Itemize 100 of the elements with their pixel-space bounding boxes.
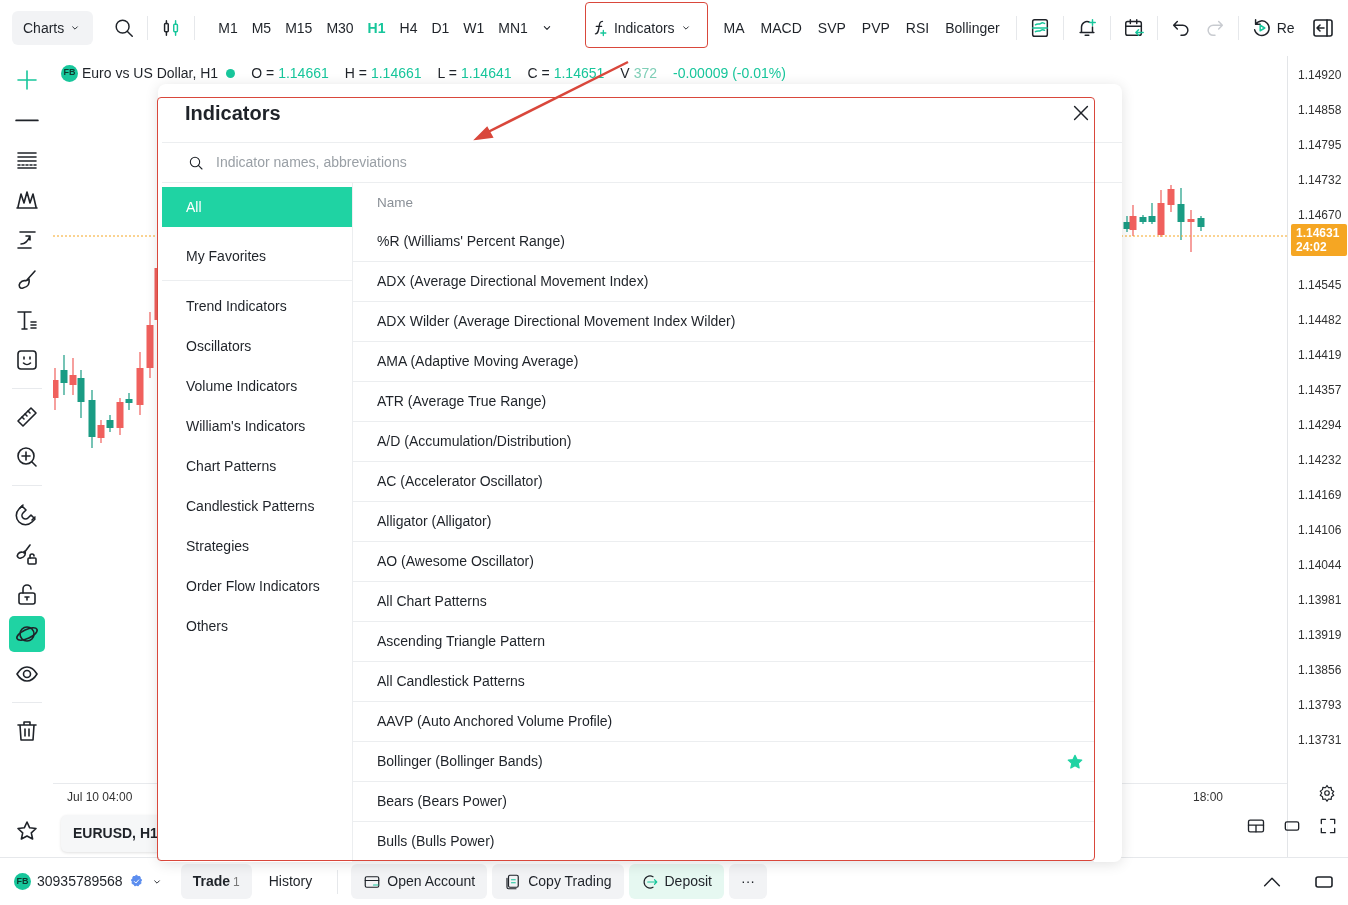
indicator-item[interactable]: ADX (Average Directional Movement Index) xyxy=(353,262,1094,302)
indicator-item[interactable]: Bollinger (Bollinger Bands) xyxy=(353,742,1094,782)
ohlc-value: 1.14651 xyxy=(553,63,605,83)
indicator-item[interactable]: ADX Wilder (Average Directional Movement Index Wilder) xyxy=(353,302,1094,342)
price-label: 1.13981 xyxy=(1298,593,1342,607)
category-item[interactable]: Chart Patterns xyxy=(162,446,352,486)
column-header: Name xyxy=(376,194,414,212)
bottom-tab[interactable]: History xyxy=(256,864,325,899)
bottom-tab[interactable]: Trade 1 xyxy=(180,864,252,899)
candle xyxy=(1167,184,1175,213)
account-selector[interactable]: FB 30935789568 xyxy=(14,864,176,899)
symbol-title: Euro vs US Dollar, H1 xyxy=(82,63,219,83)
price-label: 1.14232 xyxy=(1298,453,1342,467)
price-label: 1.14795 xyxy=(1298,138,1342,152)
indicator-shortcut[interactable]: RSI xyxy=(897,14,938,42)
category-item[interactable]: Trend Indicators xyxy=(162,286,352,326)
price-label: 1.14482 xyxy=(1298,313,1342,327)
timeframe-tab[interactable]: M1 xyxy=(211,14,245,42)
open-account-button[interactable]: Open Account xyxy=(351,864,488,899)
deposit-icon xyxy=(640,872,659,891)
price-label: 1.14419 xyxy=(1298,348,1342,362)
category-item[interactable]: My Favorites xyxy=(162,236,352,276)
timeframe-tab[interactable]: W1 xyxy=(456,14,492,42)
fullscreen-icon xyxy=(1318,816,1338,836)
timeframe-tab[interactable]: M5 xyxy=(244,14,279,42)
indicator-shortcut[interactable]: Bollinger xyxy=(937,14,1008,42)
price-label: 1.14294 xyxy=(1298,418,1342,432)
indicator-item[interactable]: A/D (Accumulation/Distribution) xyxy=(353,422,1094,462)
indicator-shortcut[interactable]: MA xyxy=(715,14,753,42)
category-item[interactable]: Others xyxy=(162,606,352,646)
timeframe-tab[interactable]: H4 xyxy=(392,14,425,42)
calendar-icon xyxy=(1122,17,1145,39)
dialog-title: Indicators xyxy=(185,101,281,126)
text-icon xyxy=(14,308,39,332)
time-label: 18:00 xyxy=(1192,788,1223,806)
ruler-icon xyxy=(14,405,39,429)
broker-badge: FB xyxy=(14,873,31,890)
ohlc-label: L = xyxy=(437,63,457,83)
copy-trading-button[interactable]: Copy Trading xyxy=(492,864,624,899)
time-label: Jul 10 04:00 xyxy=(67,788,133,806)
search-icon xyxy=(113,17,136,39)
candle xyxy=(1197,215,1205,232)
ohlc-label: C = xyxy=(527,63,550,83)
indicator-shortcut[interactable]: PVP xyxy=(853,14,898,42)
price-label: 1.14106 xyxy=(1298,523,1342,537)
timeframe-tab[interactable]: M30 xyxy=(319,14,361,42)
ohlc-value: 1.14641 xyxy=(460,63,512,83)
indicator-item[interactable]: AMA (Adaptive Moving Average) xyxy=(353,342,1094,382)
volume-value: 372 xyxy=(633,63,657,83)
timeframe-tab[interactable]: M15 xyxy=(278,14,320,42)
replay-button[interactable]: Re xyxy=(1246,13,1299,43)
indicator-item[interactable]: All Chart Patterns xyxy=(353,582,1094,622)
indicator-item[interactable]: AAVP (Auto Anchored Volume Profile) xyxy=(353,702,1094,742)
indicator-item[interactable]: Bulls (Bulls Power) xyxy=(353,822,1094,862)
category-item[interactable]: William's Indicators xyxy=(162,406,352,446)
price-label: 1.14732 xyxy=(1298,173,1342,187)
indicator-shortcut[interactable]: SVP xyxy=(809,14,854,42)
charts-menu-button[interactable]: Charts xyxy=(12,11,94,45)
ohlc-value: 1.14661 xyxy=(370,63,422,83)
timeframe-tab[interactable]: MN1 xyxy=(491,14,535,42)
category-item[interactable]: Strategies xyxy=(162,526,352,566)
indicator-item[interactable]: %R (Williams' Percent Range) xyxy=(353,222,1094,262)
candle xyxy=(1187,209,1195,253)
price-label: 1.13731 xyxy=(1298,733,1342,747)
zoom-in-icon xyxy=(14,445,39,469)
price-label: 1.14357 xyxy=(1298,383,1342,397)
category-item[interactable]: Oscillators xyxy=(162,326,352,366)
smiley-icon xyxy=(14,348,39,372)
indicator-item[interactable]: Alligator (Alligator) xyxy=(353,502,1094,542)
price-label: 1.14169 xyxy=(1298,488,1342,502)
search-icon xyxy=(188,154,204,171)
price-label: 1.14044 xyxy=(1298,558,1342,572)
indicator-item[interactable]: Bears (Bears Power) xyxy=(353,782,1094,822)
indicators-button[interactable]: Indicators xyxy=(582,14,700,42)
price-label: 1.14858 xyxy=(1298,103,1342,117)
plus-icon xyxy=(14,68,39,92)
arrow-line-icon xyxy=(14,228,39,252)
indicator-item[interactable]: All Candlestick Patterns xyxy=(353,662,1094,702)
more-button[interactable]: ··· xyxy=(728,864,767,899)
indicator-shortcut[interactable]: MACD xyxy=(752,14,810,42)
price-label: 1.13856 xyxy=(1298,663,1342,677)
deposit-button[interactable]: Deposit xyxy=(628,864,724,899)
price-label: 1.13919 xyxy=(1298,628,1342,642)
timeframe-tab[interactable]: D1 xyxy=(424,14,457,42)
broker-badge: FB xyxy=(61,64,78,82)
drawing-tool-button[interactable] xyxy=(8,616,45,652)
indicator-item[interactable]: Ascending Triangle Pattern xyxy=(353,622,1094,662)
magnet-icon xyxy=(14,502,39,526)
indicator-item[interactable]: ATR (Average True Range) xyxy=(353,382,1094,422)
price-change: -0.00009 (-0.01%) xyxy=(673,63,786,83)
category-item[interactable]: Order Flow Indicators xyxy=(162,566,352,606)
star-icon xyxy=(14,819,39,843)
indicator-item[interactable]: AC (Accelerator Oscillator) xyxy=(353,462,1094,502)
brush-lock-icon xyxy=(14,542,39,566)
category-item[interactable]: Candlestick Patterns xyxy=(162,486,352,526)
volume-label: V xyxy=(620,63,630,83)
indicator-item[interactable]: AO (Awesome Oscillator) xyxy=(353,542,1094,582)
fullscreen-button[interactable] xyxy=(1318,816,1338,836)
price-label: 1.14920 xyxy=(1298,68,1342,82)
category-item[interactable]: Volume Indicators xyxy=(162,366,352,406)
